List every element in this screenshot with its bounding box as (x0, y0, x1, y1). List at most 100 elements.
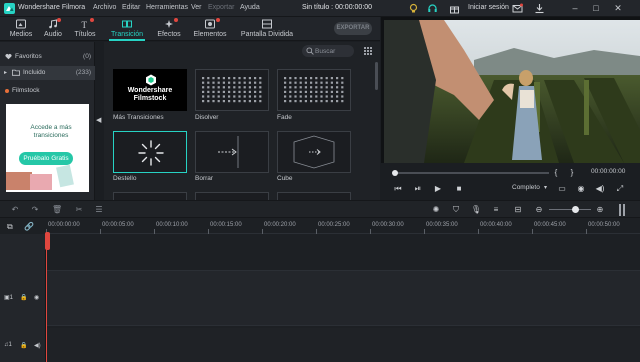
zoom-out-icon[interactable]: ⊖ (534, 205, 544, 215)
lock-icon[interactable]: 🔒 (20, 342, 27, 349)
gift-icon[interactable] (449, 3, 460, 14)
add-track-icon[interactable]: ⧉ (7, 222, 13, 232)
login-link[interactable]: Iniciar sesión (468, 4, 509, 11)
headset-icon[interactable] (427, 3, 438, 14)
category-filmstock[interactable]: Filmstock (0, 84, 95, 98)
ruler-timecode: 00:00:35:00 (426, 222, 458, 228)
fullscreen-icon[interactable]: ⤢ (615, 184, 625, 194)
delete-icon[interactable]: 🗑 (52, 205, 62, 215)
preview-progress-track[interactable] (394, 172, 549, 174)
tab-pantalla-dividida[interactable]: Pantalla Dividida (240, 17, 294, 41)
tab-titulos[interactable]: T Títulos (72, 17, 98, 41)
cut-icon[interactable]: ✂ (74, 205, 84, 215)
tab-efectos[interactable]: Efectos (154, 17, 184, 41)
zoom-slider-handle[interactable] (572, 206, 579, 213)
microphone-icon[interactable]: 🎙 (471, 205, 481, 215)
lightbulb-icon[interactable] (408, 3, 419, 14)
download-icon[interactable] (534, 3, 545, 14)
video-frame (384, 20, 640, 163)
zoom-in-icon[interactable]: ⊕ (595, 205, 605, 215)
menu-exportar[interactable]: Exportar (208, 4, 234, 11)
maximize-button[interactable]: □ (590, 2, 602, 14)
search-box[interactable] (302, 45, 354, 57)
search-input[interactable] (315, 46, 351, 56)
tab-audio[interactable]: Audio (40, 17, 66, 41)
transition-disolver[interactable] (195, 69, 269, 111)
tab-elementos[interactable]: Elementos (191, 17, 229, 41)
try-free-button[interactable]: Pruébalo Gratis (19, 152, 73, 165)
mark-in-button[interactable]: { (551, 168, 561, 178)
menu-ayuda[interactable]: Ayuda (240, 4, 260, 11)
mark-out-button[interactable]: } (567, 168, 577, 178)
transition-label: Borrar (195, 175, 214, 182)
filmstock-brand: Wondershare Filmstock (127, 87, 173, 102)
link-icon[interactable]: 🔗 (24, 222, 34, 231)
pause-render-icon[interactable] (619, 204, 625, 216)
play-pause-icon[interactable]: ⏯ (413, 184, 423, 194)
transition-item[interactable] (195, 192, 269, 200)
playhead[interactable] (46, 232, 47, 362)
filmstock-dot-icon (5, 89, 9, 93)
adjust-icon[interactable]: ☰ (94, 205, 104, 215)
lock-icon[interactable]: 🔒 (20, 294, 27, 301)
grid-view-icon[interactable] (364, 47, 372, 55)
snapshot-tool-icon[interactable]: ⊟ (513, 205, 523, 215)
monitor-icon[interactable]: ▭ (557, 184, 567, 194)
ruler-timecode: 00:00:05:00 (102, 222, 134, 228)
rewind-icon[interactable]: ⏮ (393, 184, 403, 194)
snapshot-icon[interactable]: ◉ (576, 184, 586, 194)
stop-icon[interactable]: ■ (454, 184, 464, 194)
transition-label: Cube (277, 175, 293, 182)
close-button[interactable]: ✕ (612, 2, 624, 14)
transition-item[interactable] (277, 192, 351, 200)
ruler-timecode: 00:00:25:00 (318, 222, 350, 228)
cube-icon (293, 135, 335, 169)
transition-destello[interactable] (113, 131, 187, 173)
timeline-ruler[interactable]: 00:00:00:00 00:00:05:00 00:00:10:00 00:00:1… (46, 218, 640, 234)
minimize-button[interactable]: – (569, 2, 581, 14)
tab-transicion[interactable]: Transición (106, 17, 148, 41)
folder-icon (12, 69, 20, 76)
volume-icon[interactable]: ◀) (595, 184, 605, 194)
tab-medios[interactable]: Medios (6, 17, 36, 41)
ad-photo (30, 174, 52, 190)
category-favorites[interactable]: Favoritos (0) (0, 50, 95, 64)
app-name: Wondershare Filmora (18, 4, 86, 11)
speaker-icon[interactable]: ◀) (34, 342, 41, 349)
transition-label: Fade (277, 114, 292, 121)
collapse-panel-icon[interactable]: ◀ (96, 116, 103, 124)
audio-track[interactable] (46, 328, 640, 362)
preview-progress-handle[interactable] (392, 170, 398, 176)
voiceover-icon[interactable]: ≡ (491, 205, 501, 215)
transition-label: Disolver (195, 114, 219, 121)
undo-icon[interactable]: ↶ (10, 205, 20, 215)
transition-fade[interactable] (277, 69, 351, 111)
filmstock-ad-banner[interactable]: Accede a más transiciones Pruébalo Grati… (6, 104, 89, 192)
export-button[interactable]: EXPORTAR (334, 22, 372, 35)
render-icon[interactable]: ✺ (431, 205, 441, 215)
menu-archivo[interactable]: Archivo (93, 4, 116, 11)
transition-more[interactable]: Wondershare Filmstock (113, 69, 187, 111)
transition-cube[interactable] (277, 131, 351, 173)
redo-icon[interactable]: ↷ (30, 205, 40, 215)
chevron-down-icon[interactable]: ▾ (544, 184, 547, 191)
quality-select[interactable]: Completo (512, 184, 540, 191)
marker-icon[interactable]: ⛉ (451, 205, 461, 215)
zoom-slider-track[interactable] (549, 209, 591, 210)
library-scrollbar[interactable] (375, 62, 378, 90)
transition-label: Destello (113, 175, 137, 182)
menu-herramientas[interactable]: Herramientas (146, 4, 188, 11)
menu-ver[interactable]: Ver (191, 4, 202, 11)
transition-borrar[interactable] (195, 131, 269, 173)
video-track[interactable] (46, 270, 640, 326)
ad-decoration (56, 164, 74, 188)
eye-icon[interactable]: ◉ (34, 294, 39, 301)
playhead-handle[interactable] (45, 232, 50, 250)
play-icon[interactable]: ▶ (433, 184, 443, 194)
ruler-timecode: 00:00:40:00 (480, 222, 512, 228)
mail-icon[interactable] (512, 3, 523, 14)
menu-editar[interactable]: Editar (122, 4, 140, 11)
category-included[interactable]: ▸ Incluido (233) (0, 66, 95, 80)
transition-item[interactable] (113, 192, 187, 200)
ruler-timecode: 00:00:45:00 (534, 222, 566, 228)
